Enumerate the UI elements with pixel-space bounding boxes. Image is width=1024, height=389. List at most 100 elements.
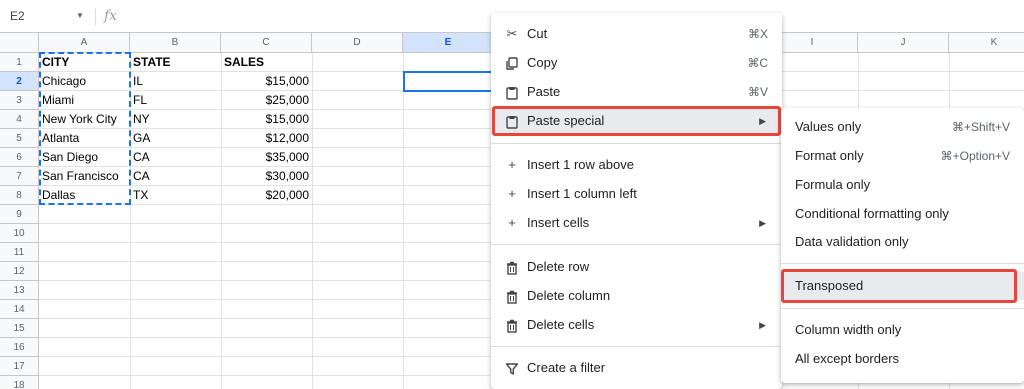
chevron-down-icon[interactable]: ▼ xyxy=(76,5,84,27)
state-cell[interactable]: NY xyxy=(130,110,221,129)
header-cell-sales[interactable]: SALES xyxy=(221,53,312,72)
sales-cell[interactable]: $12,000 xyxy=(221,129,312,148)
header-cell-state[interactable]: STATE xyxy=(130,53,221,72)
select-all-corner[interactable] xyxy=(0,33,39,53)
row-header[interactable]: 5 xyxy=(0,129,39,148)
column-header[interactable]: B xyxy=(130,33,221,53)
submenu-item-all-except-borders[interactable]: All except borders xyxy=(781,345,1024,373)
sales-cell[interactable]: $25,000 xyxy=(221,91,312,110)
menu-item-delete-cells[interactable]: Delete cells ▶ xyxy=(491,311,782,339)
menu-item-label: Delete column xyxy=(527,288,611,303)
row-header[interactable]: 4 xyxy=(0,110,39,129)
sales-cell[interactable]: $30,000 xyxy=(221,167,312,186)
shortcut-label: ⌘+Option+V xyxy=(940,149,1010,163)
sales-cell[interactable]: $35,000 xyxy=(221,148,312,167)
scissors-icon: ✂ xyxy=(506,26,518,41)
state-cell[interactable]: GA xyxy=(130,129,221,148)
sales-cell[interactable]: $15,000 xyxy=(221,72,312,91)
row-header[interactable]: 9 xyxy=(0,205,39,224)
menu-item-cut[interactable]: ✂ Cut ⌘X xyxy=(491,20,782,48)
gridline xyxy=(312,53,313,389)
menu-item-label: Insert 1 column left xyxy=(527,186,637,201)
row-header[interactable]: 16 xyxy=(0,338,39,357)
plus-icon: + xyxy=(508,215,516,230)
submenu-item-label: Conditional formatting only xyxy=(795,206,949,221)
submenu-item-label: Data validation only xyxy=(795,234,909,249)
row-header[interactable]: 10 xyxy=(0,224,39,243)
highlight-box xyxy=(781,269,1017,303)
menu-item-label: Paste xyxy=(527,84,561,99)
name-box-value: E2 xyxy=(10,9,25,23)
menu-divider xyxy=(491,143,782,144)
row-header[interactable]: 3 xyxy=(0,91,39,110)
sales-cell[interactable]: $15,000 xyxy=(221,110,312,129)
menu-item-insert-row[interactable]: + Insert 1 row above xyxy=(491,151,782,179)
submenu-arrow-icon: ▶ xyxy=(759,320,766,330)
menu-item-insert-cells[interactable]: + Insert cells ▶ xyxy=(491,209,782,237)
state-cell[interactable]: TX xyxy=(130,186,221,205)
shortcut-label: ⌘C xyxy=(747,56,768,70)
row-header[interactable]: 11 xyxy=(0,243,39,262)
column-header[interactable]: J xyxy=(858,33,949,53)
menu-item-create-filter[interactable]: Create a filter xyxy=(491,354,782,382)
row-header[interactable]: 1 xyxy=(0,53,39,72)
menu-item-copy[interactable]: Copy ⌘C xyxy=(491,49,782,77)
shortcut-label: ⌘X xyxy=(747,27,768,41)
state-cell[interactable]: FL xyxy=(130,91,221,110)
copy-icon xyxy=(502,49,522,77)
column-header[interactable]: E xyxy=(403,33,494,53)
trash-icon xyxy=(502,311,522,339)
row-header[interactable]: 14 xyxy=(0,300,39,319)
gridline xyxy=(403,53,404,389)
row-header[interactable]: 12 xyxy=(0,262,39,281)
sales-cell[interactable]: $20,000 xyxy=(221,186,312,205)
submenu-item-format-only[interactable]: Format only ⌘+Option+V xyxy=(781,142,1024,170)
plus-icon: + xyxy=(508,157,516,172)
state-cell[interactable]: CA xyxy=(130,148,221,167)
state-cell[interactable]: IL xyxy=(130,72,221,91)
menu-item-paste[interactable]: Paste ⌘V xyxy=(491,78,782,106)
menu-item-label: Copy xyxy=(527,55,558,70)
clipboard-icon xyxy=(502,78,522,106)
menu-item-insert-column[interactable]: + Insert 1 column left xyxy=(491,180,782,208)
shortcut-label: ⌘+Shift+V xyxy=(951,120,1010,134)
menu-item-delete-row[interactable]: Delete row xyxy=(491,253,782,281)
row-header[interactable]: 15 xyxy=(0,319,39,338)
submenu-item-values-only[interactable]: Values only ⌘+Shift+V xyxy=(781,113,1024,141)
column-header[interactable]: K xyxy=(949,33,1024,53)
row-header[interactable]: 18 xyxy=(0,376,39,389)
menu-divider xyxy=(781,263,1024,264)
menu-item-label: Delete cells xyxy=(527,317,595,332)
submenu-item-label: Formula only xyxy=(795,177,871,192)
menu-divider xyxy=(781,308,1024,309)
name-box[interactable]: E2 ▼ xyxy=(0,5,94,27)
plus-icon: + xyxy=(508,186,516,201)
row-header[interactable]: 17 xyxy=(0,357,39,376)
menu-divider xyxy=(491,346,782,347)
column-header[interactable]: C xyxy=(221,33,312,53)
trash-icon xyxy=(502,282,522,310)
row-header[interactable]: 7 xyxy=(0,167,39,186)
shortcut-label: ⌘V xyxy=(747,85,768,99)
menu-item-label: Create a filter xyxy=(527,360,606,375)
row-header[interactable]: 6 xyxy=(0,148,39,167)
menu-divider xyxy=(491,244,782,245)
submenu-item-conditional-formatting-only[interactable]: Conditional formatting only xyxy=(781,200,1024,228)
menu-item-label: Insert 1 row above xyxy=(527,157,634,172)
row-header[interactable]: 13 xyxy=(0,281,39,300)
row-header[interactable]: 8 xyxy=(0,186,39,205)
row-header[interactable]: 2 xyxy=(0,72,39,91)
menu-item-delete-column[interactable]: Delete column xyxy=(491,282,782,310)
state-cell[interactable]: CA xyxy=(130,167,221,186)
submenu-item-label: Column width only xyxy=(795,322,902,337)
submenu-item-formula-only[interactable]: Formula only xyxy=(781,171,1024,199)
submenu-item-label: Format only xyxy=(795,148,864,163)
paste-special-submenu: Values only ⌘+Shift+V Format only ⌘+Opti… xyxy=(781,108,1024,383)
submenu-item-column-width-only[interactable]: Column width only xyxy=(781,316,1024,344)
menu-item-label: Delete row xyxy=(527,259,590,274)
menu-item-label: Insert cells xyxy=(527,215,590,230)
column-header[interactable]: A xyxy=(39,33,130,53)
column-header[interactable]: D xyxy=(312,33,403,53)
fx-icon: fx xyxy=(104,8,118,24)
submenu-item-data-validation-only[interactable]: Data validation only xyxy=(781,228,1024,256)
